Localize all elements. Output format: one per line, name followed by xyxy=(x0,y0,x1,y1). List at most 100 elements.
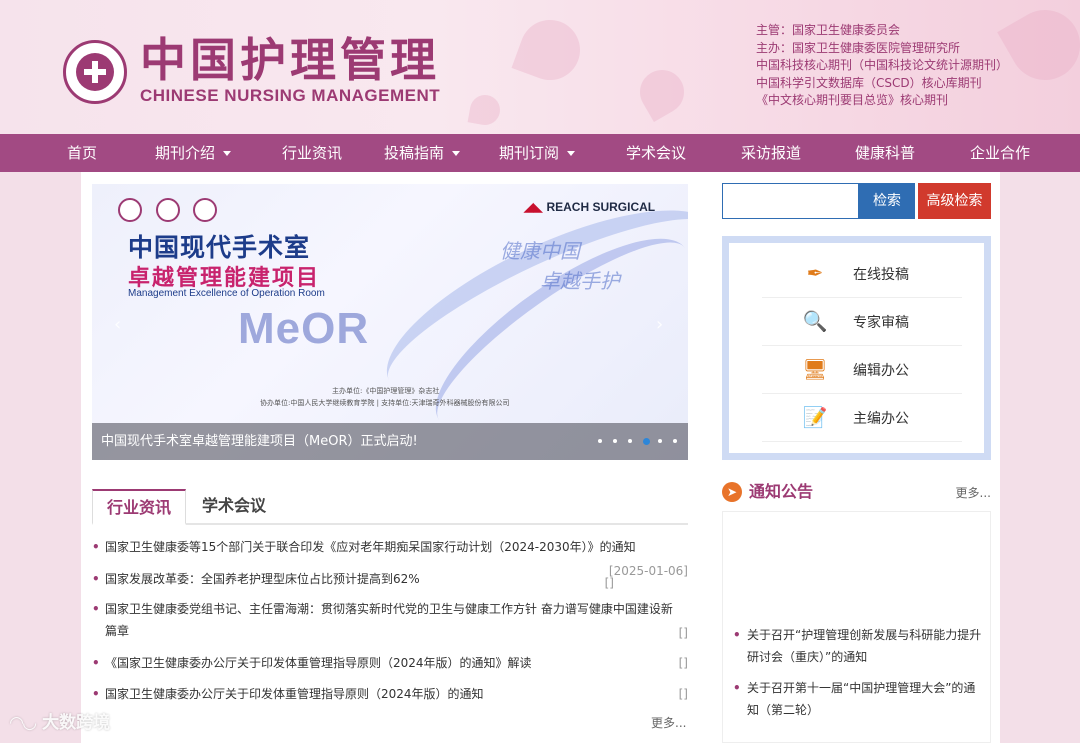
credit-line: 中国科技核心期刊（中国科技论文统计源期刊） xyxy=(756,58,1009,72)
sponsor-logo-icon: ◢◣ xyxy=(524,200,543,214)
news-tabs: 行业资讯 学术会议 xyxy=(92,489,688,525)
banner-support: 协办单位:中国人民大学继续教育学院 | 支持单位:天津瑞奇外科器械股份有限公司 xyxy=(260,399,510,407)
nav-label: 首页 xyxy=(67,144,98,162)
banner-title-en: Management Excellence of Operation Room xyxy=(128,288,325,299)
site-title-en[interactable]: CHINESE NURSING MANAGEMENT xyxy=(140,86,440,106)
nav-label: 期刊订阅 xyxy=(499,144,560,162)
nav-health-science[interactable]: 健康科普 xyxy=(855,134,915,172)
credit-line: 《中文核心期刊要目总览》核心期刊 xyxy=(756,93,949,107)
news-title[interactable]: 国家发展改革委：全国养老护理型床位占比预计提高到62% xyxy=(105,568,675,590)
quick-link-editor-office[interactable]: 🖥 编辑办公 xyxy=(762,346,962,394)
news-date: [] xyxy=(678,626,688,640)
banner-host: 主办单位:《中国护理管理》杂志社 xyxy=(332,387,440,395)
carousel-prev-icon[interactable]: ‹ xyxy=(114,314,121,335)
tab-conferences[interactable]: 学术会议 xyxy=(188,489,280,525)
bullet-icon: • xyxy=(92,656,100,670)
news-title[interactable]: 国家卫生健康委等15个部门关于联合印发《应对老年期痴呆国家行动计划（2024-2… xyxy=(105,536,675,558)
caret-down-icon xyxy=(567,151,576,156)
nav-label: 企业合作 xyxy=(970,144,1031,162)
quick-link-label: 编辑办公 xyxy=(853,363,909,379)
quill-pen-icon: ✒ xyxy=(806,261,824,285)
news-more-link[interactable]: 更多... xyxy=(651,714,686,731)
banner-program-name: MeOR xyxy=(238,304,370,353)
quick-link-chief-editor-office[interactable]: 📝 主编办公 xyxy=(762,394,962,442)
notice-text[interactable]: 关于召开第十一届“中国护理管理大会”的通知（第二轮） xyxy=(747,677,983,721)
search-button[interactable]: 检索 xyxy=(859,183,915,219)
nav-home[interactable]: 首页 xyxy=(67,134,97,172)
banner-slogan: 健康中国 卓越手护 xyxy=(500,236,620,296)
quick-link-expert-review[interactable]: 🔍 专家审稿 xyxy=(762,298,962,346)
carousel-dot[interactable] xyxy=(628,439,632,443)
sponsor-name: REACH SURGICAL xyxy=(546,200,656,214)
site-title-cn[interactable]: 中国护理管理 xyxy=(140,32,440,88)
notice-more-link[interactable]: 更多... xyxy=(956,484,991,501)
carousel-dot[interactable] xyxy=(658,439,662,443)
notice-list: • 关于召开“护理管理创新发展与科研能力提升研讨会（重庆）”的通知 • 关于召开… xyxy=(722,511,991,743)
nav-journal-intro[interactable]: 期刊介绍 xyxy=(155,134,232,172)
slogan-line: 卓越手护 xyxy=(540,269,620,293)
quick-link-label: 主编办公 xyxy=(853,411,909,427)
bullet-icon: • xyxy=(92,572,100,586)
news-date: [] xyxy=(678,656,688,670)
site-header: 中国护理管理 CHINESE NURSING MANAGEMENT 主管：国家卫… xyxy=(0,0,1080,134)
nav-cooperation[interactable]: 企业合作 xyxy=(970,134,1030,172)
nav-label: 期刊介绍 xyxy=(155,144,216,162)
carousel-dot[interactable] xyxy=(598,439,602,443)
nav-label: 行业资讯 xyxy=(282,144,343,162)
news-title[interactable]: 国家卫生健康委办公厅关于印发体重管理指导原则（2024年版）的通知 xyxy=(105,683,675,705)
carousel-dot[interactable] xyxy=(643,438,650,445)
nav-label: 采访报道 xyxy=(741,144,802,162)
carousel-dot[interactable] xyxy=(673,439,677,443)
org-badge-icon xyxy=(193,198,217,222)
decorative-petal xyxy=(467,92,503,128)
banner-carousel[interactable]: ◢◣ REACH SURGICAL 中国现代手术室 卓越管理能建项目 Manage… xyxy=(92,184,688,460)
nav-label: 学术会议 xyxy=(626,144,687,162)
nav-label: 健康科普 xyxy=(855,144,916,162)
monitor-network-icon: 🖥 xyxy=(802,357,828,381)
banner-title-line1: 中国现代手术室 xyxy=(128,233,311,262)
nav-label: 投稿指南 xyxy=(384,144,445,162)
journal-credits: 主管：国家卫生健康委员会 主办：国家卫生健康委医院管理研究所 中国科技核心期刊（… xyxy=(756,22,1076,110)
credit-line: 中国科学引文数据库（CSCD）核心库期刊 xyxy=(756,75,982,90)
nav-interviews[interactable]: 采访报道 xyxy=(741,134,801,172)
document-pen-icon: 📝 xyxy=(802,405,828,429)
news-title[interactable]: 国家卫生健康委党组书记、主任雷海潮：贯彻落实新时代党的卫生与健康工作方针 奋力谱… xyxy=(105,598,675,642)
bullet-icon: • xyxy=(92,540,100,554)
quick-link-label: 专家审稿 xyxy=(853,315,909,331)
quick-link-online-submission[interactable]: ✒ 在线投稿 xyxy=(762,250,962,298)
carousel-next-icon[interactable]: › xyxy=(656,314,663,335)
banner-sponsor: ◢◣ REACH SURGICAL xyxy=(524,200,655,214)
nav-industry-news[interactable]: 行业资讯 xyxy=(282,134,342,172)
quick-links-panel: ✒ 在线投稿 🔍 专家审稿 🖥 编辑办公 📝 主编办公 xyxy=(722,236,991,460)
news-title[interactable]: 《国家卫生健康委办公厅关于印发体重管理指导原则（2024年版）的通知》解读 xyxy=(105,652,675,674)
decorative-petal xyxy=(511,11,589,89)
bullet-icon: • xyxy=(733,681,741,695)
carousel-dot[interactable] xyxy=(613,439,617,443)
caret-down-icon xyxy=(223,151,232,156)
bullet-icon: • xyxy=(92,687,100,701)
nav-subscription[interactable]: 期刊订阅 xyxy=(499,134,576,172)
news-date: [2025-01-06] xyxy=(608,564,688,578)
watermark-text: 大数跨境 xyxy=(42,713,111,733)
advanced-search-button[interactable]: 高级检索 xyxy=(918,183,991,219)
credit-line: 主管：国家卫生健康委员会 xyxy=(756,23,901,37)
decorative-petal xyxy=(631,61,693,123)
tab-industry-news[interactable]: 行业资讯 xyxy=(92,489,187,525)
credit-line: 主办：国家卫生健康委医院管理研究所 xyxy=(756,40,961,55)
notice-title: 通知公告 xyxy=(749,482,814,501)
news-date-bracket: [] xyxy=(604,576,614,590)
caret-down-icon xyxy=(452,151,461,156)
watermark: ◠◡ 大数跨境 xyxy=(10,708,110,733)
nav-conferences[interactable]: 学术会议 xyxy=(626,134,686,172)
quick-link-label: 在线投稿 xyxy=(853,267,909,283)
watermark-logo-icon: ◠◡ xyxy=(10,713,43,733)
nav-submission-guide[interactable]: 投稿指南 xyxy=(384,134,461,172)
notice-header: ➤ 通知公告 更多... xyxy=(722,480,991,504)
notice-text[interactable]: 关于召开“护理管理创新发展与科研能力提升研讨会（重庆）”的通知 xyxy=(747,624,983,668)
news-date: [] xyxy=(678,687,688,701)
bullet-icon: • xyxy=(733,628,741,642)
main-nav: 首页 期刊介绍 行业资讯 投稿指南 期刊订阅 学术会议 采访报道 健康科普 企业… xyxy=(0,134,1080,172)
search-input[interactable] xyxy=(722,183,859,219)
logo-seal[interactable] xyxy=(63,40,127,104)
paper-plane-icon: ➤ xyxy=(722,482,742,502)
